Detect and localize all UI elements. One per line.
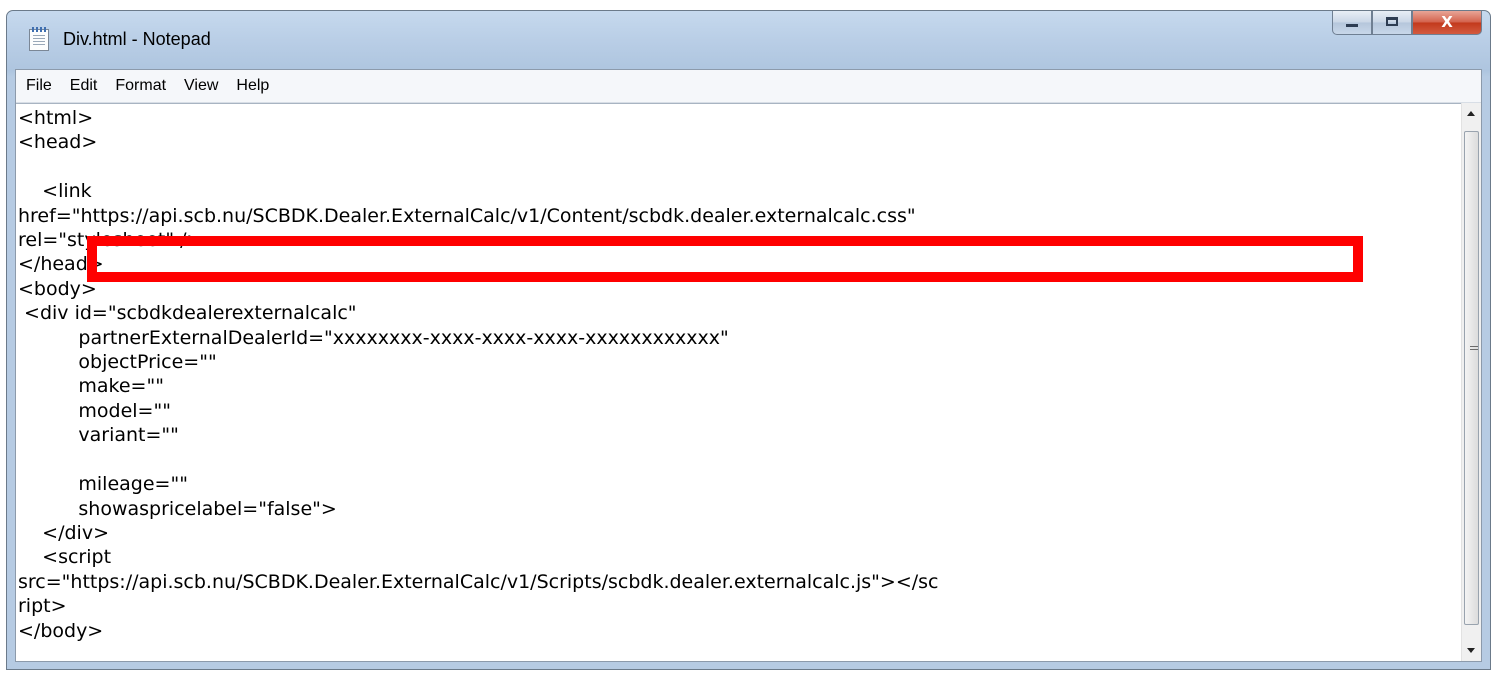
vertical-scrollbar[interactable] [1461, 103, 1481, 661]
menu-edit[interactable]: Edit [61, 77, 107, 95]
code-line: showaspricelabel="false"> [18, 497, 337, 520]
code-line: <script [18, 546, 112, 569]
code-line: <body> [18, 277, 97, 300]
editor-content[interactable]: <html> <head> <link href="https://api.sc… [16, 104, 1461, 643]
code-line: src="https://api.scb.nu/SCBDK.Dealer.Ext… [18, 570, 939, 593]
code-line: </body> [18, 619, 104, 642]
client-area: File Edit Format View Help <html> <head>… [15, 69, 1482, 662]
code-line: <head> [18, 131, 98, 154]
code-line: variant="" [18, 424, 179, 447]
minimize-button[interactable] [1332, 11, 1372, 35]
code-line: </div> [18, 521, 109, 544]
menu-file[interactable]: File [16, 77, 61, 95]
code-line: <link [18, 180, 92, 203]
menu-help[interactable]: Help [227, 77, 278, 95]
minimize-icon [1346, 24, 1358, 27]
code-line: make="" [18, 375, 164, 398]
notepad-window: Div.html - Notepad X File Edit Format Vi… [6, 10, 1491, 670]
code-line: <html> [18, 107, 94, 129]
code-line: partnerExternalDealerId="xxxxxxxx-xxxx-x… [18, 326, 729, 349]
scroll-thumb[interactable] [1464, 131, 1479, 625]
text-editor[interactable]: <html> <head> <link href="https://api.sc… [16, 103, 1461, 661]
close-icon: X [1441, 13, 1453, 31]
code-line: href="https://api.scb.nu/SCBDK.Dealer.Ex… [18, 204, 916, 227]
scroll-up-icon[interactable] [1467, 111, 1475, 116]
caption-buttons: X [1332, 11, 1482, 37]
scroll-down-icon[interactable] [1467, 648, 1475, 653]
notepad-icon [29, 27, 49, 51]
close-button[interactable]: X [1412, 11, 1482, 35]
window-title: Div.html - Notepad [63, 29, 211, 49]
grip-icon [1470, 346, 1478, 352]
maximize-icon [1386, 17, 1398, 26]
menu-view[interactable]: View [175, 77, 227, 95]
code-line: model="" [18, 399, 171, 422]
code-line: mileage="" [18, 473, 188, 496]
menu-bar: File Edit Format View Help [16, 70, 1481, 103]
code-line: <div id="scbdkdealerexternalcalc" [18, 302, 357, 325]
menu-format[interactable]: Format [106, 77, 175, 95]
maximize-button[interactable] [1372, 11, 1412, 35]
code-line: objectPrice="" [18, 351, 217, 374]
red-highlight-box [87, 236, 1363, 282]
title-bar[interactable]: Div.html - Notepad X [7, 11, 1490, 69]
code-line: ript> [18, 595, 67, 618]
